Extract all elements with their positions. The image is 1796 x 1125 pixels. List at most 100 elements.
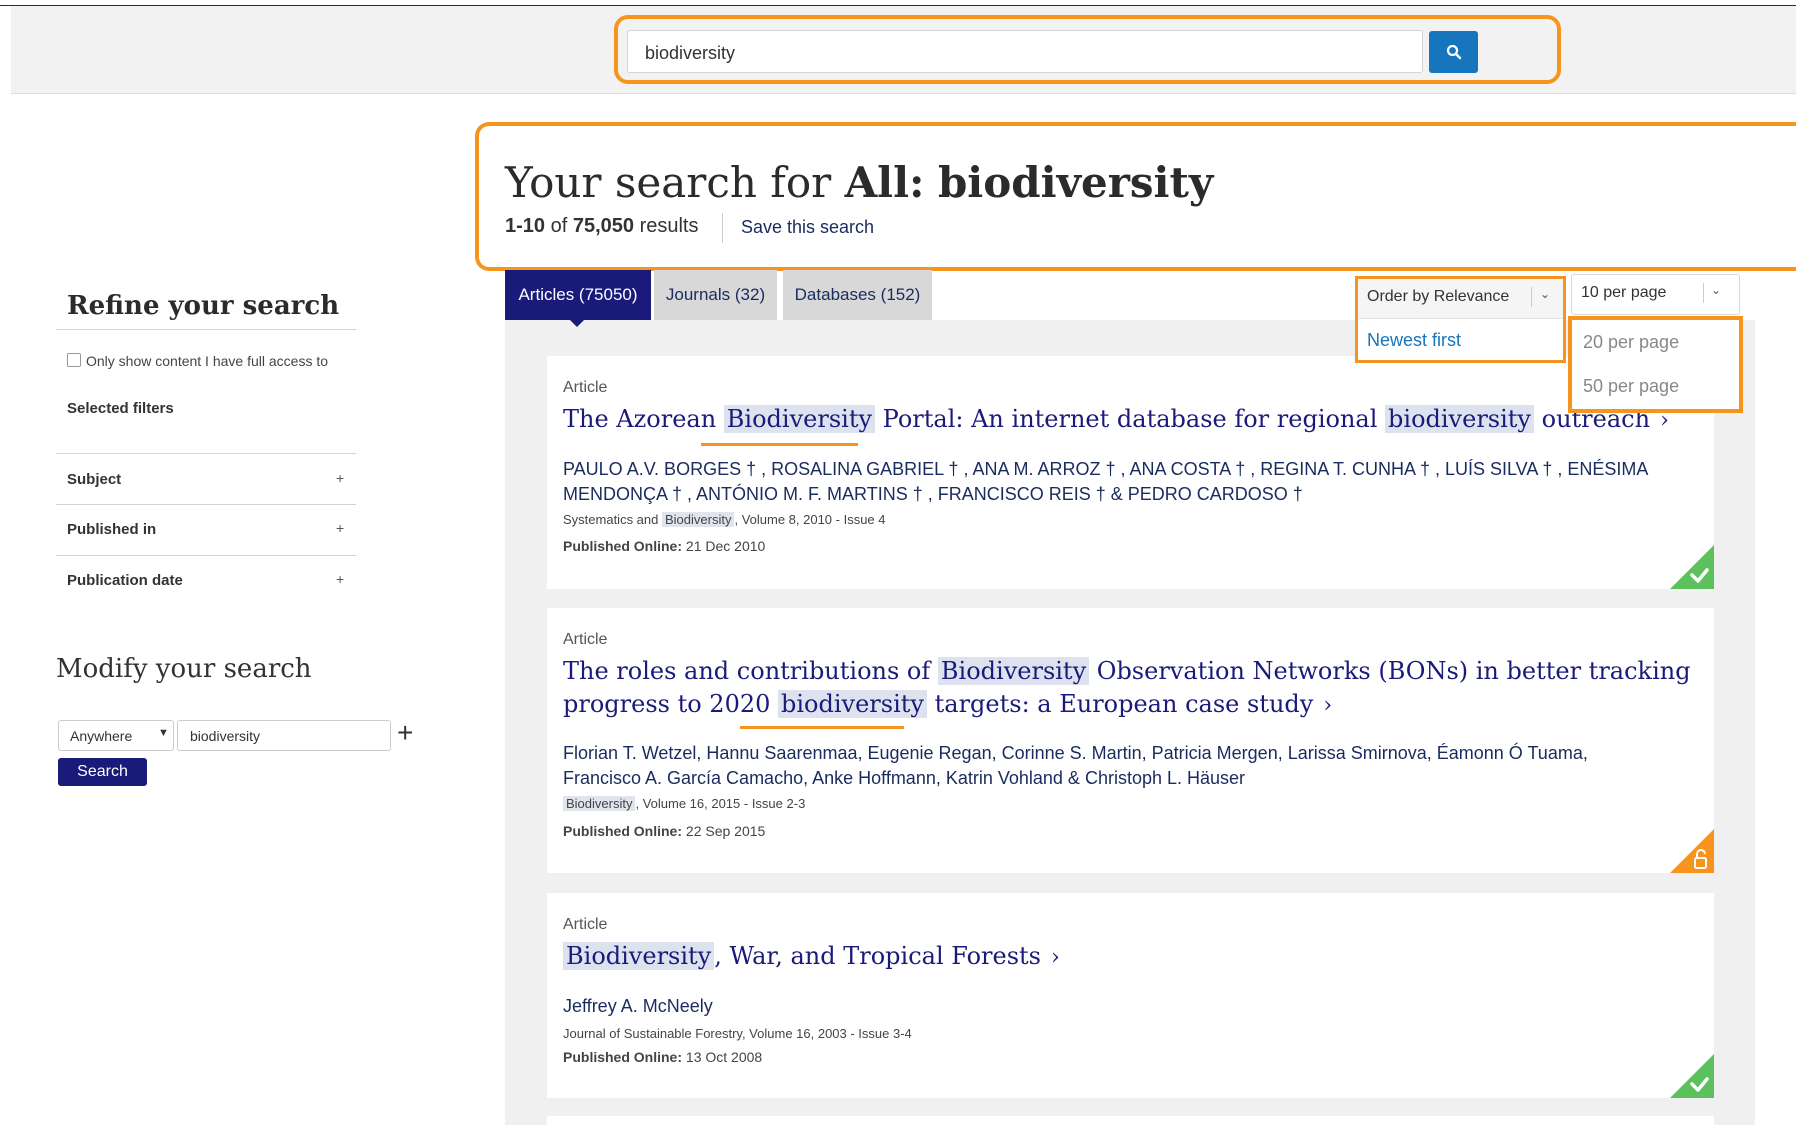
result-total: 75,050 <box>572 215 635 237</box>
result-type: Article <box>563 379 608 396</box>
refine-title: Refine your search <box>67 291 340 321</box>
published-label: Published Online: <box>563 1049 683 1065</box>
title-highlight: biodiversity <box>778 690 927 718</box>
chevron-down-icon: ⌄ <box>1540 287 1551 301</box>
divider <box>56 453 356 454</box>
tab-databases[interactable]: Databases (152) <box>783 270 932 320</box>
modify-search-input[interactable]: biodiversity <box>177 720 391 751</box>
per-page-selected-label: 10 per page <box>1581 284 1667 301</box>
result-source[interactable]: Systematics and Biodiversity, Volume 8, … <box>563 512 886 527</box>
published-label: Published Online: <box>563 538 683 554</box>
published-date: 21 Dec 2010 <box>685 538 766 554</box>
title-highlight: biodiversity <box>1385 405 1534 433</box>
heading-prefix: Your search for <box>505 158 845 207</box>
authors-line: PAULO A.V. BORGES † , ROSALINA GABRIEL †… <box>563 459 1649 479</box>
full-access-label: Only show content I have full access to <box>86 353 329 369</box>
open-lock-icon <box>1670 829 1714 873</box>
result-title[interactable]: Biodiversity, War, and Tropical Forests › <box>563 940 1060 974</box>
select-divider <box>1531 287 1532 307</box>
authors-line: Florian T. Wetzel, Hannu Saarenmaa, Euge… <box>563 743 1588 763</box>
source-text: , Volume 16, 2015 - Issue 2-3 <box>635 796 806 811</box>
active-tab-indicator <box>568 318 586 327</box>
result-count: 1-10 of 75,050 results <box>505 215 698 238</box>
facet-subject-expand-icon[interactable]: + <box>336 470 344 486</box>
order-option-newest[interactable]: Newest first <box>1367 330 1461 351</box>
heading-scope: All: <box>844 158 925 207</box>
title-text: The roles and contributions of <box>563 657 938 685</box>
checkmark-icon <box>1670 1054 1714 1098</box>
heading-term: biodiversity <box>937 158 1214 207</box>
result-card: Article The roles and contributions of B… <box>547 608 1714 873</box>
title-highlight: Biodiversity <box>937 657 1090 685</box>
result-card: Article Biodiversity, War, and Tropical … <box>547 893 1714 1098</box>
per-page-option-50[interactable]: 50 per page <box>1583 376 1679 397</box>
result-of: of <box>550 215 568 237</box>
result-title[interactable]: The roles and contributions of Biodivers… <box>563 655 1691 722</box>
select-divider <box>1703 283 1704 303</box>
title-highlight: Biodiversity <box>563 942 715 970</box>
modify-search-button[interactable]: Search <box>58 758 147 786</box>
save-search-link[interactable]: Save this search <box>741 217 874 238</box>
published-date: 22 Sep 2015 <box>685 823 766 839</box>
tab-articles[interactable]: Articles (75050) <box>505 270 651 320</box>
title-text: progress to 2020 <box>563 690 779 718</box>
full-access-checkbox[interactable] <box>67 353 81 367</box>
dropdown-arrow-icon: ▼ <box>158 727 169 739</box>
authors-line: Jeffrey A. McNeely <box>563 996 713 1016</box>
result-card: Article The Azorean Biodiversity Portal:… <box>547 356 1714 589</box>
result-published: Published Online: 13 Oct 2008 <box>563 1049 762 1065</box>
tab-journals[interactable]: Journals (32) <box>654 270 777 320</box>
result-title[interactable]: The Azorean Biodiversity Portal: An inte… <box>563 403 1669 437</box>
result-range: 1-10 <box>505 215 546 237</box>
result-source[interactable]: Biodiversity, Volume 16, 2015 - Issue 2-… <box>563 796 805 811</box>
divider <box>56 504 356 505</box>
search-scope-select[interactable]: Anywhere <box>58 720 174 751</box>
selected-filters-heading: Selected filters <box>67 400 174 417</box>
facet-published-in-expand-icon[interactable]: + <box>336 520 344 536</box>
count-divider <box>722 213 723 243</box>
title-highlight: Biodiversity <box>723 405 876 433</box>
title-text: targets: a European case study <box>926 690 1314 718</box>
result-type: Article <box>563 916 608 933</box>
chevron-down-icon: ⌄ <box>1711 283 1722 297</box>
source-highlight: Biodiversity <box>662 512 735 527</box>
result-authors[interactable]: Florian T. Wetzel, Hannu Saarenmaa, Euge… <box>563 741 1588 791</box>
page-title: Your search for All: biodiversity <box>505 158 1213 207</box>
title-text: Observation Networks (BONs) in better tr… <box>1089 657 1691 685</box>
facet-published-in[interactable]: Published in <box>67 521 156 538</box>
facet-publication-date-expand-icon[interactable]: + <box>336 571 344 587</box>
published-date: 13 Oct 2008 <box>685 1049 763 1065</box>
source-highlight: Biodiversity <box>563 796 636 811</box>
result-published: Published Online: 22 Sep 2015 <box>563 823 765 839</box>
search-highlight-frame <box>614 15 1561 84</box>
per-page-menu <box>1568 316 1743 413</box>
facet-subject[interactable]: Subject <box>67 471 121 488</box>
divider <box>56 329 356 330</box>
chevron-right-icon: › <box>1051 945 1060 970</box>
add-search-row-button[interactable]: + <box>397 719 413 747</box>
source-text: Systematics and <box>563 512 662 527</box>
published-label: Published Online: <box>563 823 683 839</box>
source-text: , Volume 8, 2010 - Issue 4 <box>734 512 886 527</box>
title-text: The Azorean <box>563 405 724 433</box>
title-text: Portal: An internet database for regiona… <box>875 405 1386 433</box>
result-card <box>547 1116 1714 1125</box>
facet-publication-date[interactable]: Publication date <box>67 572 183 589</box>
result-source[interactable]: Journal of Sustainable Forestry, Volume … <box>563 1026 912 1041</box>
modify-search-title: Modify your search <box>56 654 312 684</box>
authors-line: Francisco A. García Camacho, Anke Hoffma… <box>563 768 1246 788</box>
divider <box>56 555 356 556</box>
result-type: Article <box>563 631 608 648</box>
annotation-underline <box>740 726 904 729</box>
checkmark-icon <box>1670 545 1714 589</box>
order-selected-label: Order by Relevance <box>1367 288 1510 305</box>
chevron-right-icon: › <box>1323 693 1333 718</box>
result-published: Published Online: 21 Dec 2010 <box>563 538 765 554</box>
result-authors[interactable]: PAULO A.V. BORGES † , ROSALINA GABRIEL †… <box>563 457 1648 507</box>
per-page-option-20[interactable]: 20 per page <box>1583 332 1679 353</box>
authors-line: MENDONÇA † , ANTÓNIO M. F. MARTINS † , F… <box>563 484 1303 504</box>
title-text: , War, and Tropical Forests <box>714 942 1041 970</box>
result-word: results <box>639 215 699 237</box>
result-authors[interactable]: Jeffrey A. McNeely <box>563 994 713 1019</box>
annotation-underline <box>701 443 858 446</box>
